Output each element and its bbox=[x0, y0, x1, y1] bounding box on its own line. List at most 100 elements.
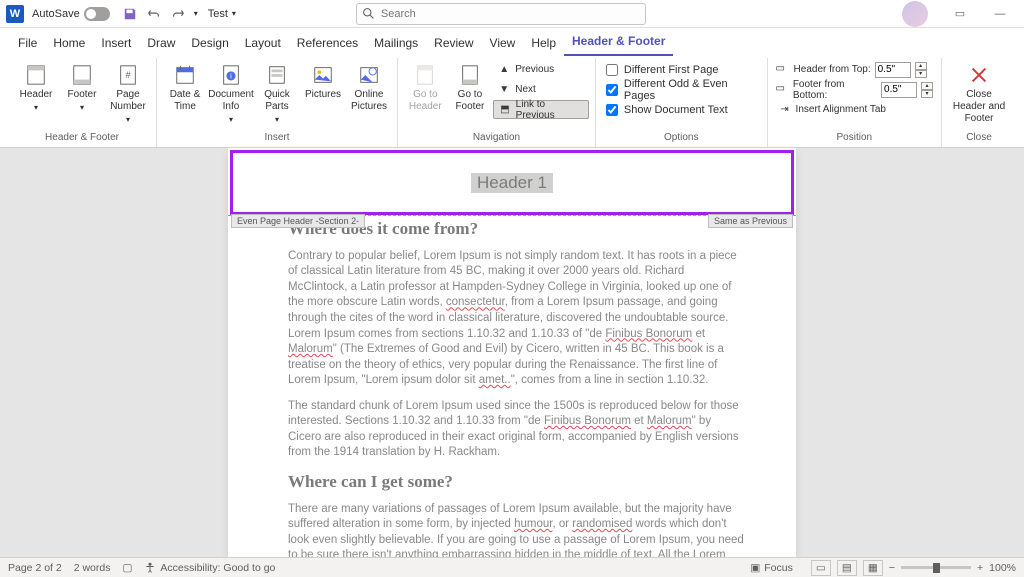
pictures-icon bbox=[309, 63, 337, 87]
print-layout-button[interactable]: ▤ bbox=[837, 560, 857, 576]
zoom-slider[interactable] bbox=[901, 566, 971, 569]
header-icon bbox=[22, 63, 50, 87]
word-count[interactable]: 2 words bbox=[74, 562, 111, 574]
spin-up-icon[interactable]: ▴ bbox=[921, 82, 933, 90]
align-tab-icon: ⇥ bbox=[778, 103, 792, 117]
group-close: Close Header and Footer Close bbox=[942, 58, 1016, 147]
calendar-icon bbox=[171, 63, 199, 87]
tab-help[interactable]: Help bbox=[523, 30, 564, 56]
page-indicator[interactable]: Page 2 of 2 bbox=[8, 562, 62, 574]
tab-draw[interactable]: Draw bbox=[139, 30, 183, 56]
spin-down-icon[interactable]: ▾ bbox=[921, 90, 933, 98]
tab-insert[interactable]: Insert bbox=[93, 30, 139, 56]
link-to-previous-button[interactable]: ⬒Link to Previous bbox=[493, 100, 589, 119]
header-edit-region[interactable]: Header 1 bbox=[230, 150, 794, 215]
pictures-button[interactable]: Pictures bbox=[301, 60, 345, 104]
group-navigation: Go to Header Go to Footer ▲Previous ▼Nex… bbox=[398, 58, 596, 147]
header-section-tag: Even Page Header -Section 2- bbox=[231, 214, 365, 228]
header-from-top-spinner[interactable]: ▭ Header from Top: ▴▾ bbox=[774, 60, 935, 79]
goto-header-icon bbox=[411, 63, 439, 87]
focus-mode-button[interactable]: ▣Focus bbox=[750, 562, 793, 574]
tab-layout[interactable]: Layout bbox=[237, 30, 289, 56]
tab-file[interactable]: File bbox=[10, 30, 45, 56]
previous-button[interactable]: ▲Previous bbox=[493, 60, 589, 79]
document-area[interactable]: Header 1 Even Page Header -Section 2- Sa… bbox=[0, 148, 1024, 557]
online-pictures-button[interactable]: Online Pictures bbox=[347, 60, 391, 116]
title-bar: W AutoSave ▾ Test ▾ ▭ — bbox=[0, 0, 1024, 28]
user-avatar[interactable] bbox=[902, 1, 928, 27]
save-icon[interactable] bbox=[122, 6, 138, 22]
spin-up-icon[interactable]: ▴ bbox=[915, 62, 927, 70]
header-top-icon: ▭ bbox=[776, 63, 790, 77]
tab-mailings[interactable]: Mailings bbox=[366, 30, 426, 56]
zoom-level[interactable]: 100% bbox=[989, 562, 1016, 574]
next-button[interactable]: ▼Next bbox=[493, 80, 589, 99]
paragraph-3: There are many variations of passages of… bbox=[288, 502, 746, 557]
header-button[interactable]: Header▾ bbox=[14, 60, 58, 116]
show-document-text-checkbox[interactable]: Show Document Text bbox=[602, 100, 761, 119]
read-mode-button[interactable]: ▭ bbox=[811, 560, 831, 576]
footer-bottom-icon: ▭ bbox=[776, 83, 789, 97]
header-from-top-input[interactable] bbox=[875, 62, 911, 78]
different-odd-even-checkbox[interactable]: Different Odd & Even Pages bbox=[602, 80, 761, 99]
footer-from-bottom-spinner[interactable]: ▭ Footer from Bottom: ▴▾ bbox=[774, 80, 935, 99]
tab-home[interactable]: Home bbox=[45, 30, 93, 56]
undo-icon[interactable] bbox=[146, 6, 162, 22]
close-header-footer-button[interactable]: Close Header and Footer bbox=[948, 60, 1010, 128]
paragraph-2: The standard chunk of Lorem Ipsum used s… bbox=[288, 399, 746, 461]
page: Header 1 Even Page Header -Section 2- Sa… bbox=[228, 148, 796, 557]
minimize-icon[interactable]: — bbox=[982, 1, 1018, 27]
document-name[interactable]: Test ▾ bbox=[208, 8, 236, 20]
search-input[interactable] bbox=[356, 3, 646, 25]
insert-alignment-tab-button[interactable]: ⇥Insert Alignment Tab bbox=[774, 100, 935, 119]
header-separator: Even Page Header -Section 2- Same as Pre… bbox=[228, 215, 796, 216]
text-predictions-icon[interactable]: ▢ bbox=[122, 562, 132, 574]
different-first-page-checkbox[interactable]: Different First Page bbox=[602, 60, 761, 79]
date-time-button[interactable]: Date & Time bbox=[163, 60, 207, 116]
zoom-out-button[interactable]: − bbox=[889, 562, 895, 574]
zoom-in-button[interactable]: + bbox=[977, 562, 983, 574]
tab-header-footer[interactable]: Header & Footer bbox=[564, 28, 673, 56]
header-text[interactable]: Header 1 bbox=[471, 173, 553, 193]
page-number-button[interactable]: # Page Number▾ bbox=[106, 60, 150, 128]
document-info-icon: i bbox=[217, 63, 245, 87]
autosave-label: AutoSave bbox=[32, 8, 80, 20]
previous-icon: ▲ bbox=[497, 63, 511, 77]
toggle-switch-icon[interactable] bbox=[84, 7, 110, 21]
tab-view[interactable]: View bbox=[482, 30, 524, 56]
qat-more-icon[interactable]: ▾ bbox=[194, 9, 198, 18]
quick-parts-button[interactable]: Quick Parts▾ bbox=[255, 60, 299, 128]
tab-references[interactable]: References bbox=[289, 30, 366, 56]
goto-header-button: Go to Header bbox=[404, 60, 447, 116]
accessibility-icon bbox=[144, 562, 156, 574]
tab-design[interactable]: Design bbox=[183, 30, 236, 56]
redo-icon[interactable] bbox=[170, 6, 186, 22]
ribbon-options-icon[interactable]: ▭ bbox=[942, 1, 978, 27]
word-app-icon: W bbox=[6, 5, 24, 23]
footer-button[interactable]: Footer▾ bbox=[60, 60, 104, 116]
search-icon bbox=[362, 7, 375, 20]
close-icon bbox=[965, 63, 993, 87]
footer-from-bottom-input[interactable] bbox=[881, 82, 917, 98]
ribbon-tabs: FileHomeInsertDrawDesignLayoutReferences… bbox=[0, 28, 1024, 56]
autosave-toggle[interactable]: AutoSave bbox=[32, 7, 110, 21]
web-layout-button[interactable]: ▦ bbox=[863, 560, 883, 576]
spin-down-icon[interactable]: ▾ bbox=[915, 70, 927, 78]
accessibility-status[interactable]: Accessibility: Good to go bbox=[144, 562, 275, 574]
goto-footer-button[interactable]: Go to Footer bbox=[449, 60, 492, 116]
group-label: Options bbox=[664, 130, 698, 145]
paragraph-1: Contrary to popular belief, Lorem Ipsum … bbox=[288, 249, 746, 389]
heading-2: Where can I get some? bbox=[288, 471, 746, 494]
search-box[interactable] bbox=[356, 3, 646, 25]
group-label: Header & Footer bbox=[45, 130, 119, 145]
group-header-footer: Header▾ Footer▾ # Page Number▾ Header & … bbox=[8, 58, 157, 147]
same-as-previous-tag: Same as Previous bbox=[708, 214, 793, 228]
status-bar: Page 2 of 2 2 words ▢ Accessibility: Goo… bbox=[0, 557, 1024, 577]
tab-review[interactable]: Review bbox=[426, 30, 481, 56]
link-icon: ⬒ bbox=[498, 103, 511, 117]
document-body: Where does it come from? Contrary to pop… bbox=[228, 216, 796, 557]
goto-footer-icon bbox=[456, 63, 484, 87]
group-insert: Date & Time i Document Info▾ Quick Parts… bbox=[157, 58, 398, 147]
quick-parts-icon bbox=[263, 63, 291, 87]
document-info-button[interactable]: i Document Info▾ bbox=[209, 60, 253, 128]
